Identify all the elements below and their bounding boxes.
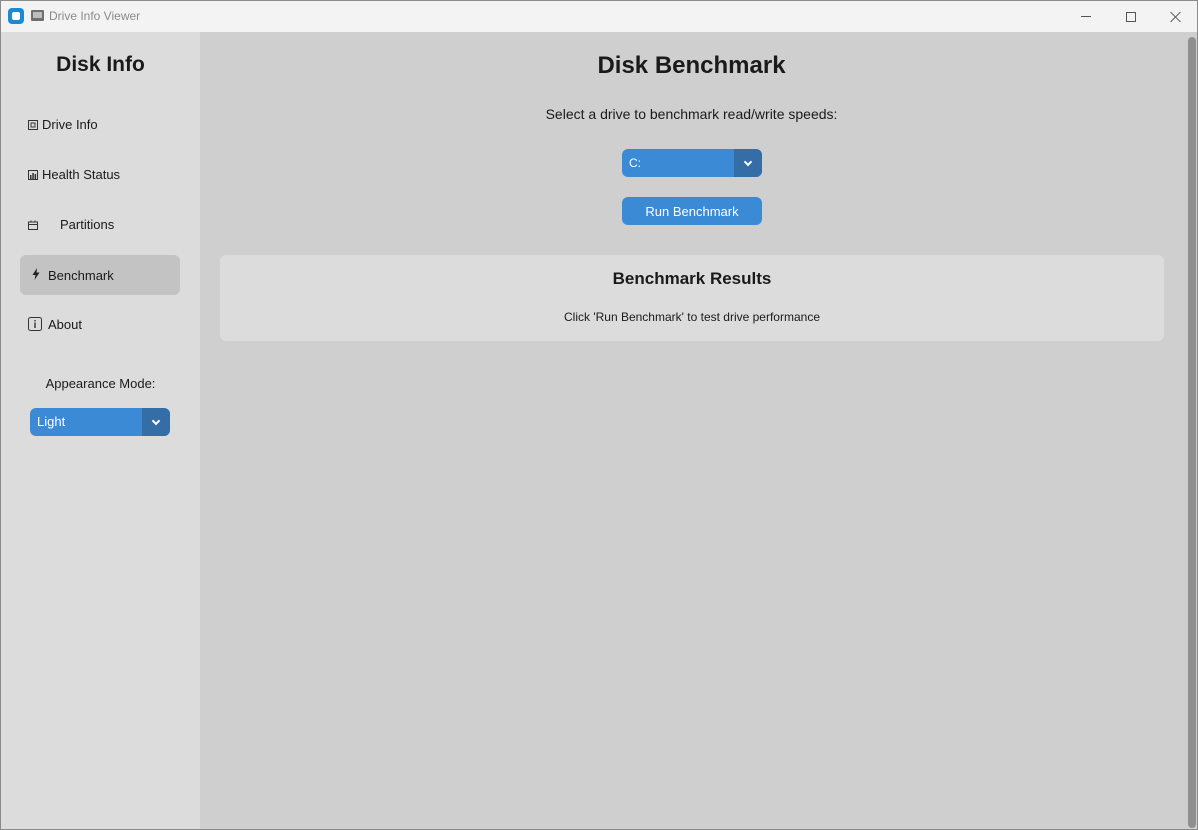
benchmark-results-panel: Benchmark Results Click 'Run Benchmark' … [220, 255, 1164, 341]
main-content: Disk Benchmark Select a drive to benchma… [200, 32, 1185, 829]
sidebar-item-label: About [48, 317, 82, 332]
info-icon [28, 317, 42, 331]
app-icon [8, 8, 24, 24]
title-bar: Drive Info Viewer [1, 1, 1197, 32]
close-button[interactable] [1153, 1, 1197, 32]
chart-icon [28, 170, 38, 180]
close-icon [1170, 11, 1182, 23]
sidebar-item-label: Health Status [42, 167, 121, 182]
app-window: Drive Info Viewer Disk Info Drive Info H… [0, 0, 1198, 830]
sidebar-item-partitions[interactable]: Partitions [20, 204, 180, 244]
sidebar-item-drive-info[interactable]: Drive Info [20, 104, 180, 144]
minimize-icon [1081, 16, 1091, 17]
lightning-icon [31, 268, 41, 280]
computer-icon [31, 10, 44, 21]
chevron-down-icon[interactable] [734, 149, 762, 177]
results-title: Benchmark Results [612, 269, 772, 288]
appearance-mode-label: Appearance Mode: [45, 376, 156, 391]
sidebar: Disk Info Drive Info Health Status Parti… [1, 32, 200, 829]
drive-select-value: C: [629, 156, 641, 170]
sidebar-item-about[interactable]: About [20, 304, 180, 344]
sidebar-item-benchmark[interactable]: Benchmark [20, 255, 180, 295]
chevron-down-icon[interactable] [142, 408, 170, 436]
maximize-button[interactable] [1108, 1, 1154, 32]
minimize-button[interactable] [1063, 1, 1109, 32]
sidebar-title: Disk Info [56, 53, 145, 76]
window-title: Drive Info Viewer [49, 9, 141, 23]
maximize-icon [1126, 11, 1136, 22]
drive-select-dropdown[interactable]: C: [622, 149, 762, 177]
vertical-scrollbar[interactable] [1185, 32, 1197, 829]
page-subtitle: Select a drive to benchmark read/write s… [545, 106, 838, 122]
sidebar-item-health-status[interactable]: Health Status [20, 154, 180, 194]
page-title: Disk Benchmark [597, 52, 786, 79]
sidebar-item-label: Drive Info [42, 117, 98, 132]
appearance-mode-dropdown[interactable]: Light [30, 408, 170, 436]
partition-icon [28, 220, 38, 230]
sidebar-item-label: Partitions [60, 217, 115, 232]
drive-icon [28, 120, 38, 130]
results-placeholder-text: Click 'Run Benchmark' to test drive perf… [563, 310, 820, 324]
sidebar-item-label: Benchmark [48, 268, 114, 283]
appearance-mode-value: Light [37, 414, 66, 429]
run-benchmark-button[interactable]: Run Benchmark [622, 197, 762, 225]
scrollbar-thumb[interactable] [1188, 37, 1196, 828]
